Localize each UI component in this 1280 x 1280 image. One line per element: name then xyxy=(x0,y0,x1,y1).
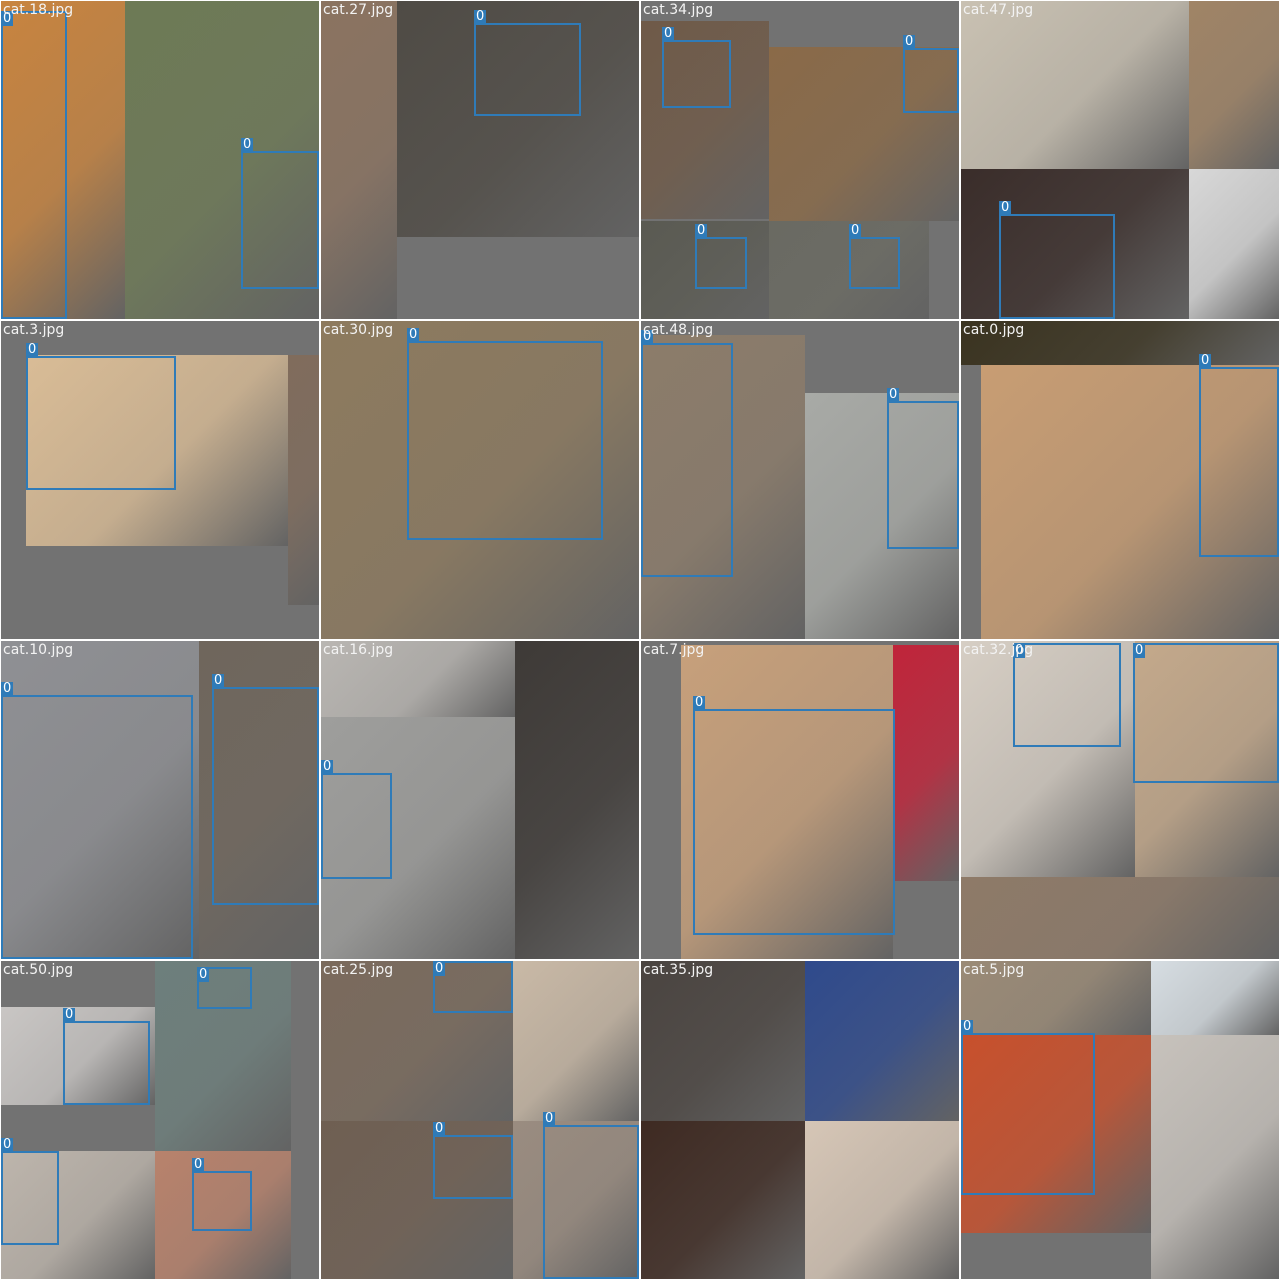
class-label: 0 xyxy=(1,1137,14,1152)
cat-photo xyxy=(1189,1,1279,169)
tile-filename: cat.10.jpg xyxy=(3,642,74,658)
cat-photo xyxy=(805,1121,959,1279)
class-label: 0 xyxy=(321,759,334,774)
tile-filename: cat.25.jpg xyxy=(323,962,394,978)
class-label: 0 xyxy=(241,137,254,152)
mosaic-tile: cat.35.jpg xyxy=(641,961,959,1279)
mosaic-tile: 0 0 cat.18.jpg xyxy=(1,1,319,319)
class-label: 0 xyxy=(903,34,916,49)
mosaic-tile: 0 cat.27.jpg xyxy=(321,1,639,319)
cat-photo xyxy=(893,645,959,881)
mosaic-tile: 0 cat.7.jpg xyxy=(641,641,959,959)
detection-box: 0 xyxy=(961,1020,1095,1195)
detection-box: 0 xyxy=(887,388,959,549)
mosaic-tile: 0 cat.0.jpg xyxy=(961,321,1279,639)
mosaic-tile: 0 0 cat.10.jpg xyxy=(1,641,319,959)
tile-filename: cat.32.jpg xyxy=(963,642,1034,658)
tile-filename: cat.35.jpg xyxy=(643,962,714,978)
class-label: 0 xyxy=(197,967,210,982)
detection-box: 0 xyxy=(1,11,67,319)
detection-box: 0 xyxy=(543,1112,639,1279)
detection-box: 0 xyxy=(212,674,319,905)
mosaic-tile: 0 0 0 cat.25.jpg xyxy=(321,961,639,1279)
cat-photo xyxy=(961,877,1279,959)
tile-filename: cat.34.jpg xyxy=(643,2,714,18)
class-label: 0 xyxy=(63,1007,76,1022)
detection-box: 0 xyxy=(321,760,392,879)
class-label: 0 xyxy=(474,9,487,24)
cat-photo xyxy=(641,961,805,1121)
cat-photo xyxy=(515,641,639,959)
cat-photo xyxy=(961,1,1189,169)
mosaic-tile: 0 cat.5.jpg xyxy=(961,961,1279,1279)
mosaic-tile: 0 0 cat.48.jpg xyxy=(641,321,959,639)
class-label: 0 xyxy=(1199,353,1212,368)
detection-box: 0 xyxy=(407,328,603,540)
tile-filename: cat.3.jpg xyxy=(3,322,65,338)
cat-photo xyxy=(1151,961,1279,1035)
detection-box: 0 xyxy=(241,138,319,289)
tile-filename: cat.27.jpg xyxy=(323,2,394,18)
class-label: 0 xyxy=(1,681,14,696)
mosaic-tile: 0 cat.3.jpg xyxy=(1,321,319,639)
class-label: 0 xyxy=(695,223,708,238)
detection-box: 0 xyxy=(695,224,747,289)
cat-photo xyxy=(805,961,959,1121)
mosaic-grid: 0 0 cat.18.jpg 0 cat.27.jpg 0 0 0 0 cat.34.jpg 0 ca… xyxy=(0,0,1280,1280)
class-label: 0 xyxy=(433,1121,446,1136)
class-label: 0 xyxy=(999,200,1012,215)
class-label: 0 xyxy=(543,1111,556,1126)
tile-filename: cat.50.jpg xyxy=(3,962,74,978)
detection-box: 0 xyxy=(1,1138,59,1245)
detection-box: 0 xyxy=(641,330,733,577)
mosaic-tile: 0 cat.16.jpg xyxy=(321,641,639,959)
detection-box: 0 xyxy=(433,961,513,1013)
detection-box: 0 xyxy=(849,224,900,289)
detection-box: 0 xyxy=(433,1122,513,1199)
detection-box: 0 xyxy=(903,35,959,113)
class-label: 0 xyxy=(961,1019,974,1034)
mosaic-tile: 0 0 cat.32.jpg xyxy=(961,641,1279,959)
tile-filename: cat.0.jpg xyxy=(963,322,1025,338)
detection-box: 0 xyxy=(1199,354,1279,557)
detection-box: 0 xyxy=(197,967,252,1009)
class-label: 0 xyxy=(212,673,225,688)
tile-filename: cat.47.jpg xyxy=(963,2,1034,18)
cat-photo xyxy=(288,355,319,605)
detection-box: 0 xyxy=(26,343,176,490)
tile-filename: cat.5.jpg xyxy=(963,962,1025,978)
detection-box: 0 xyxy=(999,201,1115,319)
mosaic-tile: 0 cat.47.jpg xyxy=(961,1,1279,319)
mosaic-tile: 0 cat.30.jpg xyxy=(321,321,639,639)
class-label: 0 xyxy=(407,327,420,342)
mosaic-tile: 0 0 0 0 cat.50.jpg xyxy=(1,961,319,1279)
class-label: 0 xyxy=(192,1157,205,1172)
detection-box: 0 xyxy=(192,1158,252,1231)
class-label: 0 xyxy=(1133,643,1146,658)
class-label: 0 xyxy=(433,961,446,976)
detection-box: 0 xyxy=(63,1008,150,1105)
cat-photo xyxy=(1189,169,1279,319)
tile-filename: cat.48.jpg xyxy=(643,322,714,338)
detection-box: 0 xyxy=(1133,643,1279,783)
tile-filename: cat.30.jpg xyxy=(323,322,394,338)
tile-filename: cat.7.jpg xyxy=(643,642,705,658)
class-label: 0 xyxy=(693,695,706,710)
tile-filename: cat.18.jpg xyxy=(3,2,74,18)
detection-box: 0 xyxy=(662,27,731,108)
class-label: 0 xyxy=(26,342,39,357)
detection-box: 0 xyxy=(474,10,581,116)
class-label: 0 xyxy=(662,26,675,41)
cat-photo xyxy=(321,1,397,319)
tile-filename: cat.16.jpg xyxy=(323,642,394,658)
class-label: 0 xyxy=(887,387,900,402)
cat-photo xyxy=(641,1121,805,1279)
detection-box: 0 xyxy=(693,696,895,935)
detection-box: 0 xyxy=(1,682,193,959)
cat-photo xyxy=(513,961,639,1121)
class-label: 0 xyxy=(849,223,862,238)
cat-photo xyxy=(1151,1035,1279,1279)
mosaic-tile: 0 0 0 0 cat.34.jpg xyxy=(641,1,959,319)
